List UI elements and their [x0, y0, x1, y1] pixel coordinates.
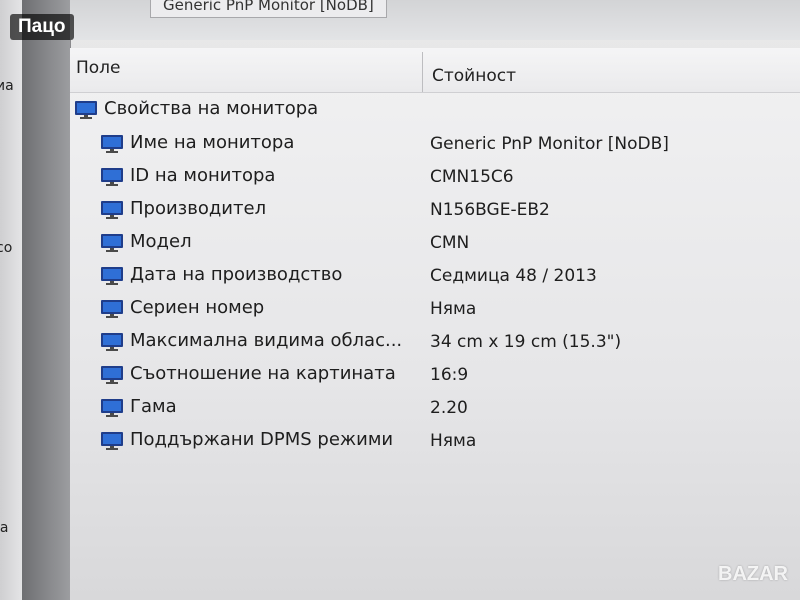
field-value: 2.20: [430, 398, 468, 418]
left-partial-text-1: иа: [0, 78, 14, 94]
properties-table: Поле Стойност Свойства на монитора Име н…: [70, 48, 800, 600]
field-label: Име на монитора: [130, 132, 295, 153]
table-row[interactable]: Сериен номер Няма: [70, 293, 800, 326]
field-label: Гама: [130, 396, 177, 417]
column-separator[interactable]: [422, 52, 423, 92]
field-label: Дата на производство: [130, 264, 343, 285]
table-row[interactable]: Дата на производство Седмица 48 / 2013: [70, 260, 800, 293]
left-partial-text-3: ia: [0, 520, 9, 536]
field-value: Седмица 48 / 2013: [430, 266, 597, 286]
table-row[interactable]: Максимална видима облас... 34 cm x 19 cm …: [70, 326, 800, 359]
field-value: Няма: [430, 299, 477, 319]
field-value: N156BGE-EB2: [430, 200, 550, 220]
field-value: Generic PnP Monitor [NoDB]: [430, 134, 669, 154]
field-label: Съотношение на картината: [130, 363, 396, 384]
selected-device-title[interactable]: Generic PnP Monitor [NoDB]: [150, 0, 387, 18]
watermark-logo: BAZAR: [718, 563, 788, 585]
monitor-icon: [101, 366, 123, 384]
monitor-icon: [101, 333, 123, 351]
table-row[interactable]: Съотношение на картината 16:9: [70, 359, 800, 392]
table-header: Поле Стойност: [70, 48, 800, 93]
monitor-icon: [101, 201, 123, 219]
field-value: CMN: [430, 233, 470, 253]
field-label: Модел: [130, 231, 192, 252]
monitor-icon: [101, 432, 123, 450]
monitor-icon: [75, 101, 97, 119]
left-partial-window: иа со ia: [0, 0, 23, 600]
group-row-monitor-properties[interactable]: Свойства на монитора: [70, 94, 800, 127]
monitor-icon: [101, 399, 123, 417]
column-header-field[interactable]: Поле: [76, 58, 121, 78]
field-label: Сериен номер: [130, 297, 265, 318]
tree-panel-edge: [22, 0, 71, 600]
field-value: 34 cm x 19 cm (15.3"): [430, 332, 622, 352]
screenshot-frame: иа со ia Пацо Generic PnP Monitor [NoDB]…: [0, 0, 800, 600]
monitor-icon: [101, 234, 123, 252]
field-value: CMN15C6: [430, 167, 514, 187]
table-row[interactable]: Гама 2.20: [70, 392, 800, 425]
monitor-icon: [101, 135, 123, 153]
field-value: 16:9: [430, 365, 469, 385]
column-header-value[interactable]: Стойност: [432, 66, 516, 86]
table-row[interactable]: ID на монитора CMN15C6: [70, 161, 800, 194]
uploader-badge: Пацо: [10, 14, 74, 40]
monitor-icon: [101, 300, 123, 318]
field-label: ID на монитора: [130, 165, 276, 186]
group-label: Свойства на монитора: [104, 98, 319, 119]
field-label: Производител: [130, 198, 267, 219]
field-label: Максимална видима облас...: [130, 330, 403, 351]
field-label: Поддържани DPMS режими: [130, 429, 394, 450]
table-row[interactable]: Производител N156BGE-EB2: [70, 194, 800, 227]
title-area: Generic PnP Monitor [NoDB]: [70, 0, 800, 40]
left-partial-text-2: со: [0, 240, 13, 256]
monitor-icon: [101, 168, 123, 186]
table-row[interactable]: Име на монитора Generic PnP Monitor [NoDB…: [70, 128, 800, 161]
table-row[interactable]: Модел CMN: [70, 227, 800, 260]
table-row[interactable]: Поддържани DPMS режими Няма: [70, 425, 800, 458]
field-value: Няма: [430, 431, 477, 451]
monitor-icon: [101, 267, 123, 285]
